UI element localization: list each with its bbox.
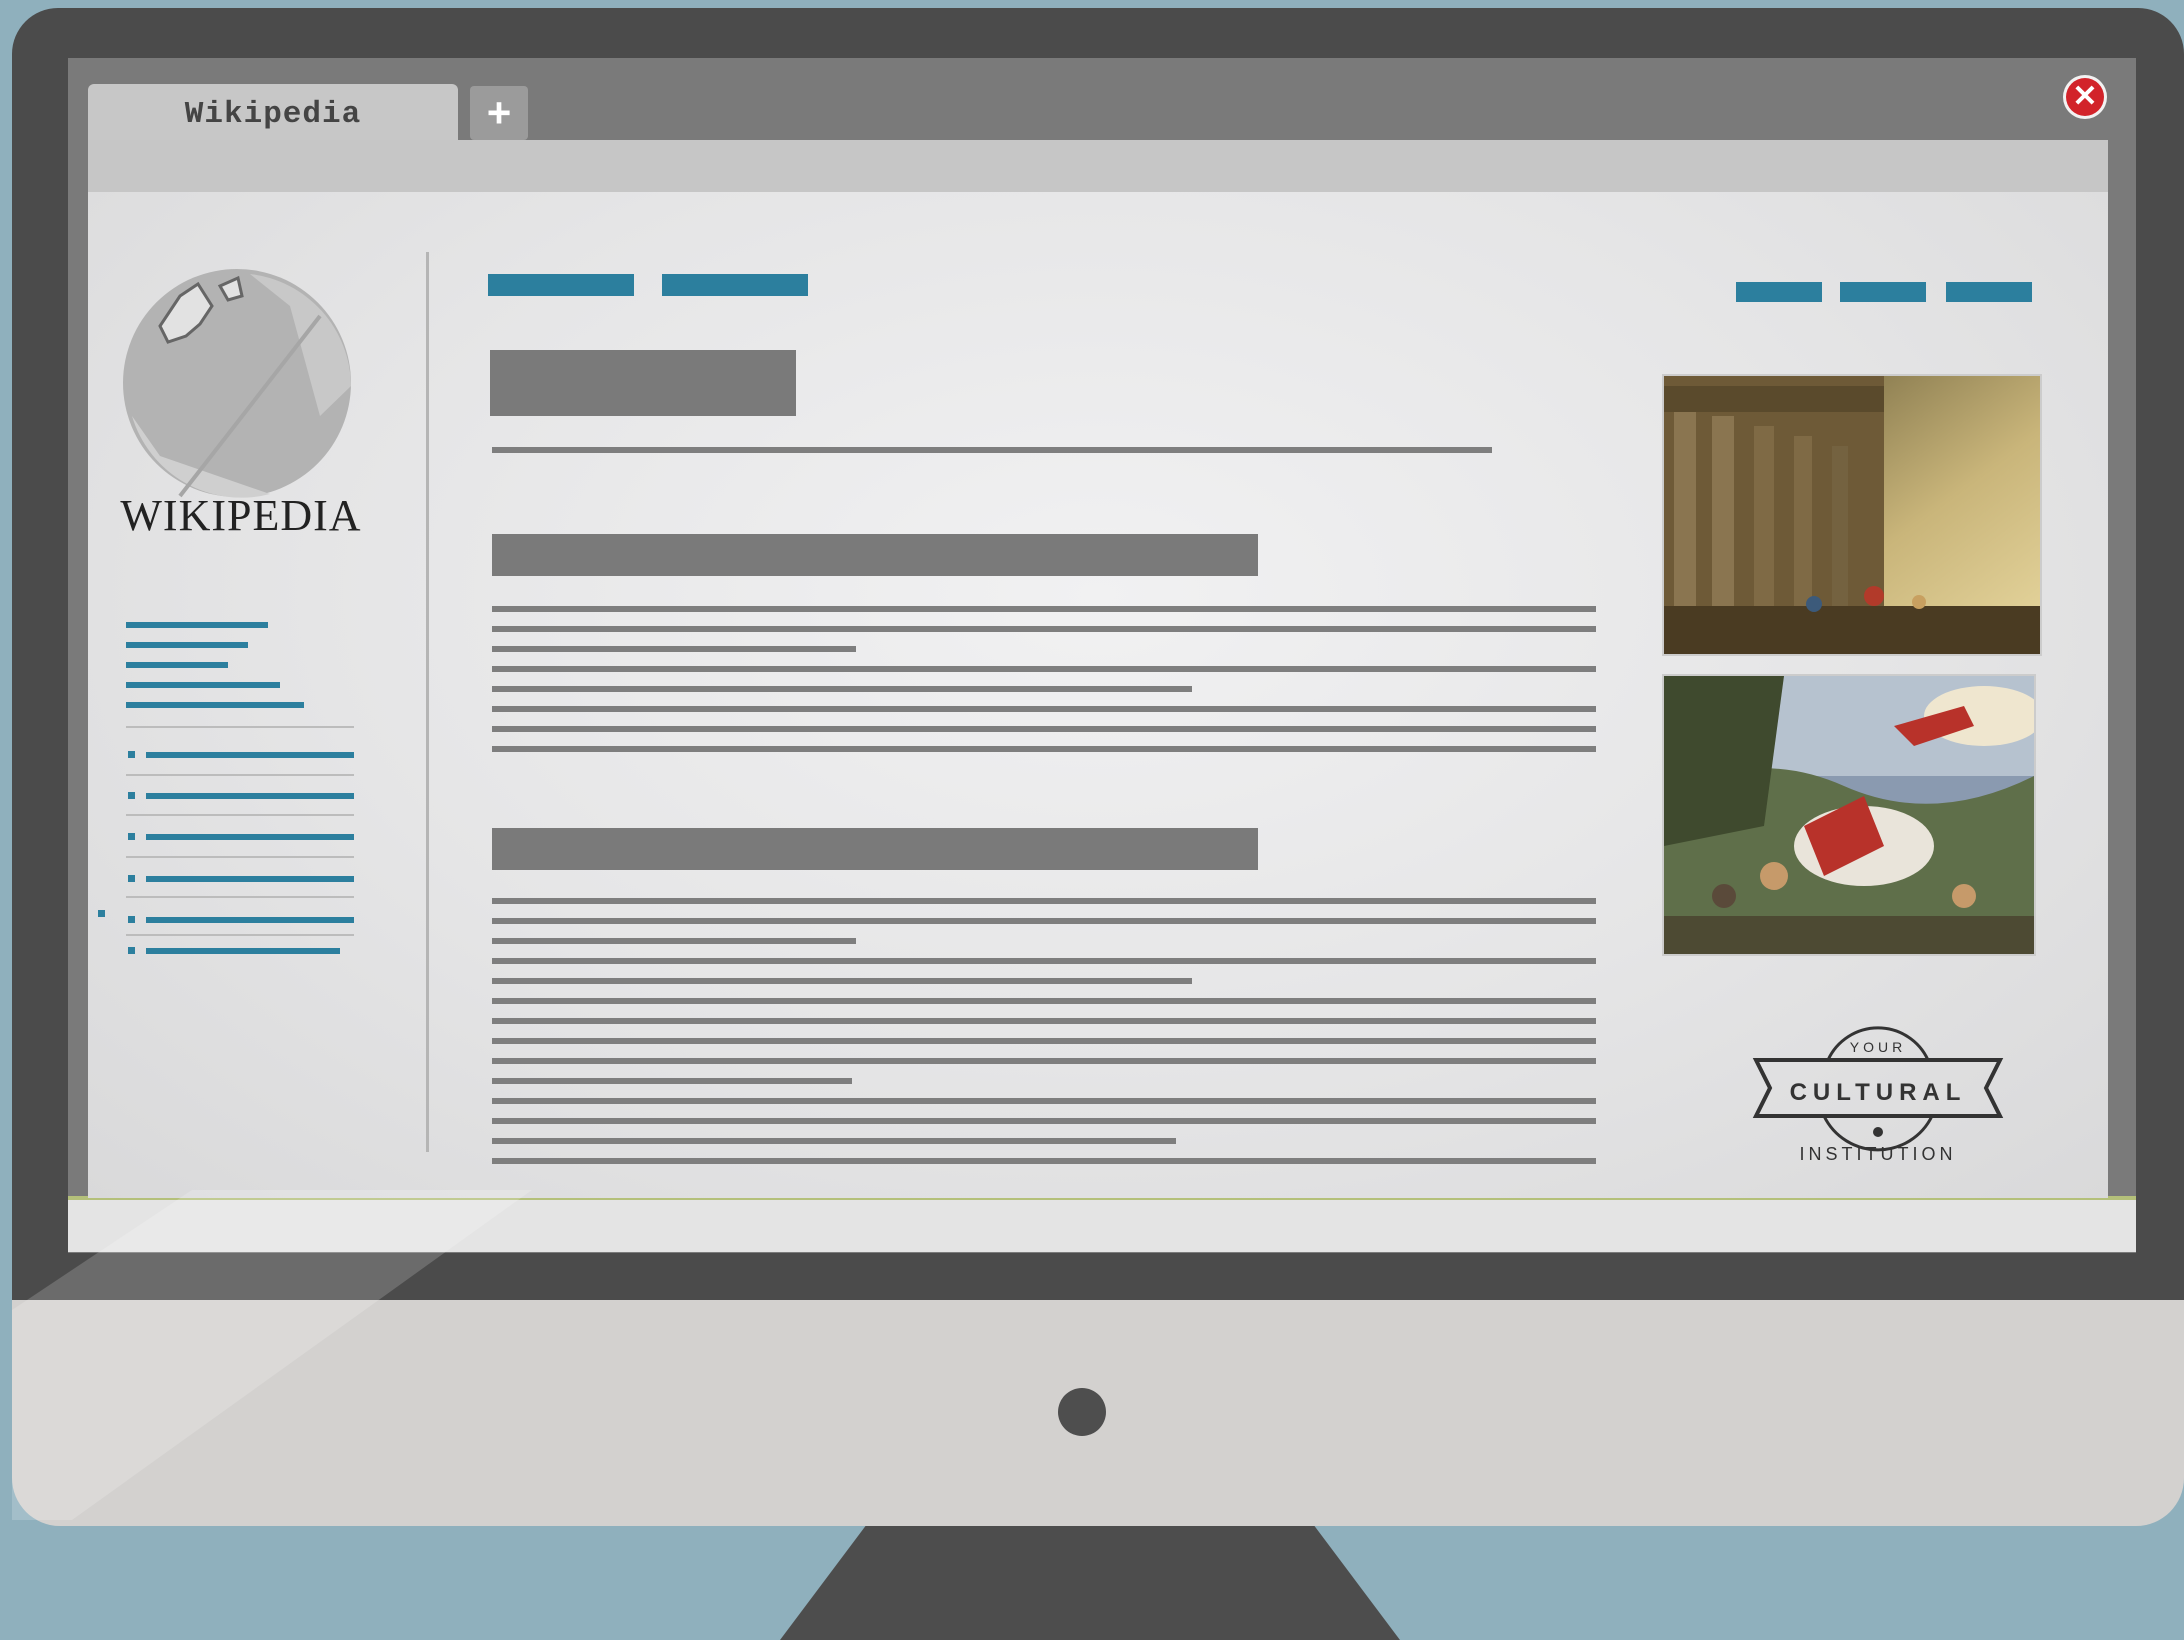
nav-link[interactable] — [126, 702, 304, 708]
nav-divider — [126, 814, 354, 816]
paragraph-line — [492, 646, 856, 652]
paragraph-line — [492, 1058, 1596, 1064]
paragraph-line — [492, 606, 1596, 612]
paragraph-line — [492, 666, 1596, 672]
header-link[interactable] — [662, 274, 808, 296]
header-link[interactable] — [1840, 282, 1926, 302]
paragraph-line — [492, 746, 1596, 752]
painting-conversion-image[interactable] — [1664, 676, 2034, 954]
painting-ruins-image[interactable] — [1664, 376, 2040, 654]
paragraph-line — [492, 706, 1596, 712]
nav-link[interactable] — [146, 752, 354, 758]
header-link[interactable] — [1946, 282, 2032, 302]
paragraph-line — [492, 1138, 1176, 1144]
wikipedia-wordmark: WIKIPEDIA — [120, 491, 362, 540]
nav-link[interactable] — [146, 834, 354, 840]
cultural-institution-stamp: YOUR CULTURAL INSTITUTION — [1752, 1026, 2004, 1164]
wikipedia-globe-icon[interactable] — [120, 266, 354, 500]
nav-link[interactable] — [146, 793, 354, 799]
paragraph-line — [492, 1158, 1596, 1164]
nav-bullet — [128, 751, 135, 758]
nav-link[interactable] — [146, 948, 340, 954]
close-icon: ✕ — [2072, 80, 2098, 113]
nav-divider — [126, 856, 354, 858]
nav-bullet — [128, 947, 135, 954]
paragraph-line — [492, 978, 1192, 984]
paragraph-line — [492, 958, 1596, 964]
paragraph-line — [492, 938, 856, 944]
monitor-camera-dot — [1058, 1388, 1106, 1436]
paragraph-line — [492, 1098, 1596, 1104]
page-title — [490, 350, 796, 416]
nav-link[interactable] — [126, 662, 228, 668]
nav-link[interactable] — [146, 876, 354, 882]
nav-bullet — [98, 910, 105, 917]
header-link[interactable] — [1736, 282, 1822, 302]
stamp-text-middle: CULTURAL — [1790, 1079, 1967, 1106]
nav-bullet — [128, 916, 135, 923]
tab-title: Wikipedia — [184, 96, 362, 132]
nav-divider — [126, 774, 354, 776]
nav-divider — [126, 896, 354, 898]
nav-link[interactable] — [126, 682, 280, 688]
page-viewport: WIKIPEDIA YOUR CULTURAL INSTITUTION — [88, 192, 2108, 1198]
nav-link[interactable] — [126, 622, 268, 628]
title-underline — [492, 447, 1492, 453]
nav-link[interactable] — [146, 917, 354, 923]
section-heading — [492, 534, 1258, 576]
paragraph-line — [492, 1078, 852, 1084]
section-heading — [492, 828, 1258, 870]
browser-toolbar — [88, 140, 2108, 192]
paragraph-line — [492, 726, 1596, 732]
nav-divider — [126, 726, 354, 728]
paragraph-line — [492, 686, 1192, 692]
stamp-text-top: YOUR — [1850, 1039, 1906, 1055]
nav-bullet — [128, 875, 135, 882]
paragraph-line — [492, 998, 1596, 1004]
close-button[interactable]: ✕ — [2066, 78, 2104, 116]
paragraph-line — [492, 918, 1596, 924]
sidebar-divider — [426, 252, 429, 1152]
plus-icon: + — [486, 89, 512, 136]
nav-link[interactable] — [126, 642, 248, 648]
nav-bullet — [128, 833, 135, 840]
paragraph-line — [492, 898, 1596, 904]
new-tab-button[interactable]: + — [470, 86, 528, 140]
nav-bullet — [128, 792, 135, 799]
paragraph-line — [492, 1118, 1596, 1124]
monitor-stand — [780, 1520, 1400, 1640]
header-link[interactable] — [488, 274, 634, 296]
browser-tab[interactable]: Wikipedia — [88, 84, 458, 144]
stamp-text-bottom: INSTITUTION — [1800, 1144, 1957, 1164]
paragraph-line — [492, 1038, 1596, 1044]
nav-divider — [126, 934, 354, 936]
paragraph-line — [492, 626, 1596, 632]
paragraph-line — [492, 1018, 1596, 1024]
